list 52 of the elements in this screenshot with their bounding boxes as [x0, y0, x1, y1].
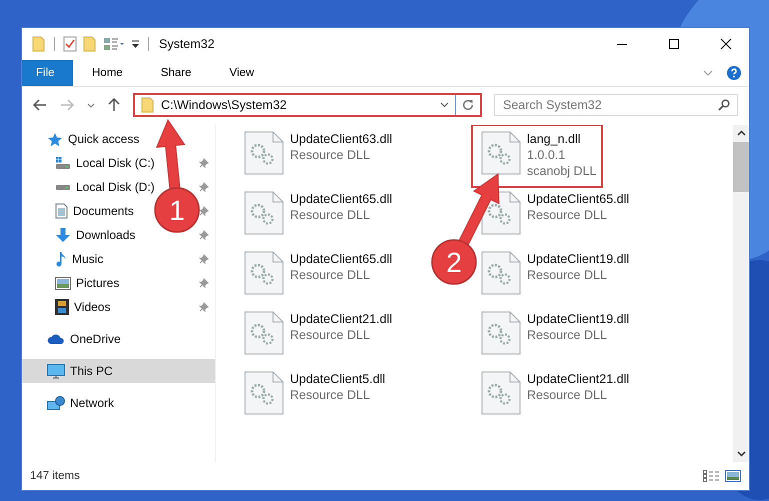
file-name: UpdateClient65.dll	[290, 191, 392, 207]
file-name: UpdateClient65.dll	[527, 191, 630, 207]
file-detail: scanobj DLL	[527, 163, 596, 179]
file-item[interactable]: UpdateClient63.dll Resource DLL	[242, 129, 392, 189]
sidebar-item[interactable]: OneDrive	[22, 327, 215, 351]
sidebar-item[interactable]: Music	[55, 251, 104, 267]
file-item[interactable]: UpdateClient19.dll Resource DLL	[479, 309, 630, 369]
file-name: UpdateClient5.dll	[290, 371, 386, 387]
file-name: UpdateClient65.dll	[290, 251, 392, 267]
file-item[interactable]: UpdateClient21.dll Resource DLL	[479, 369, 630, 429]
file-name: UpdateClient19.dll	[527, 311, 630, 327]
file-detail: Resource DLL	[290, 327, 371, 343]
file-tab[interactable]: File	[22, 60, 73, 86]
sidebar-item[interactable]: Pictures	[55, 276, 120, 290]
file-name: UpdateClient21.dll	[527, 371, 630, 387]
file-detail: Resource DLL	[290, 267, 371, 283]
file-detail: Resource DLL	[527, 267, 608, 283]
sidebar-item[interactable]: Downloads	[55, 227, 136, 243]
file-detail: Resource DLL	[290, 387, 371, 403]
file-item[interactable]: UpdateClient21.dll Resource DLL	[242, 309, 392, 369]
sidebar-item[interactable]: Local Disk (C:)	[55, 156, 155, 170]
address-bar[interactable]: C:\Windows\System32	[133, 93, 482, 117]
sidebar-item[interactable]: Videos	[55, 299, 110, 315]
ribbon-tab[interactable]: View	[210, 60, 274, 86]
item-count: 147 items	[30, 470, 80, 482]
sidebar-item[interactable]: Local Disk (D:)	[55, 180, 155, 194]
file-item[interactable]: UpdateClient65.dll Resource DLL	[242, 249, 392, 309]
sidebar-item[interactable]: Network	[22, 391, 215, 415]
step-number: 2	[446, 247, 462, 278]
file-detail: Resource DLL	[527, 387, 608, 403]
file-name: lang_n.dll	[527, 131, 582, 147]
ribbon-tab[interactable]: Share	[142, 60, 210, 86]
file-item[interactable]: lang_n.dll 1.0.0.1 scanobj DLL	[473, 126, 600, 186]
sidebar-item[interactable]: Quick access	[22, 127, 215, 151]
file-name: UpdateClient21.dll	[290, 311, 392, 327]
file-detail: Resource DLL	[290, 147, 371, 163]
file-item[interactable]: UpdateClient19.dll Resource DLL	[479, 249, 630, 309]
sidebar-item[interactable]: This PC	[22, 359, 215, 383]
sidebar-item[interactable]: Documents	[55, 203, 134, 219]
file-detail: 1.0.0.1	[527, 147, 566, 163]
window-title: System32	[159, 37, 215, 51]
file-name: UpdateClient19.dll	[527, 251, 630, 267]
file-detail: Resource DLL	[527, 327, 608, 343]
ribbon-tab[interactable]: Home	[73, 60, 142, 86]
file-item[interactable]: UpdateClient5.dll Resource DLL	[242, 369, 386, 429]
file-detail: Resource DLL	[527, 207, 608, 223]
address-path: C:\Windows\System32	[161, 98, 287, 112]
file-item[interactable]: UpdateClient65.dll Resource DLL	[242, 189, 392, 249]
step-number: 1	[169, 195, 185, 226]
file-name: UpdateClient63.dll	[290, 131, 392, 147]
search-field[interactable]: Search System32	[494, 94, 738, 116]
file-detail: Resource DLL	[290, 207, 371, 223]
